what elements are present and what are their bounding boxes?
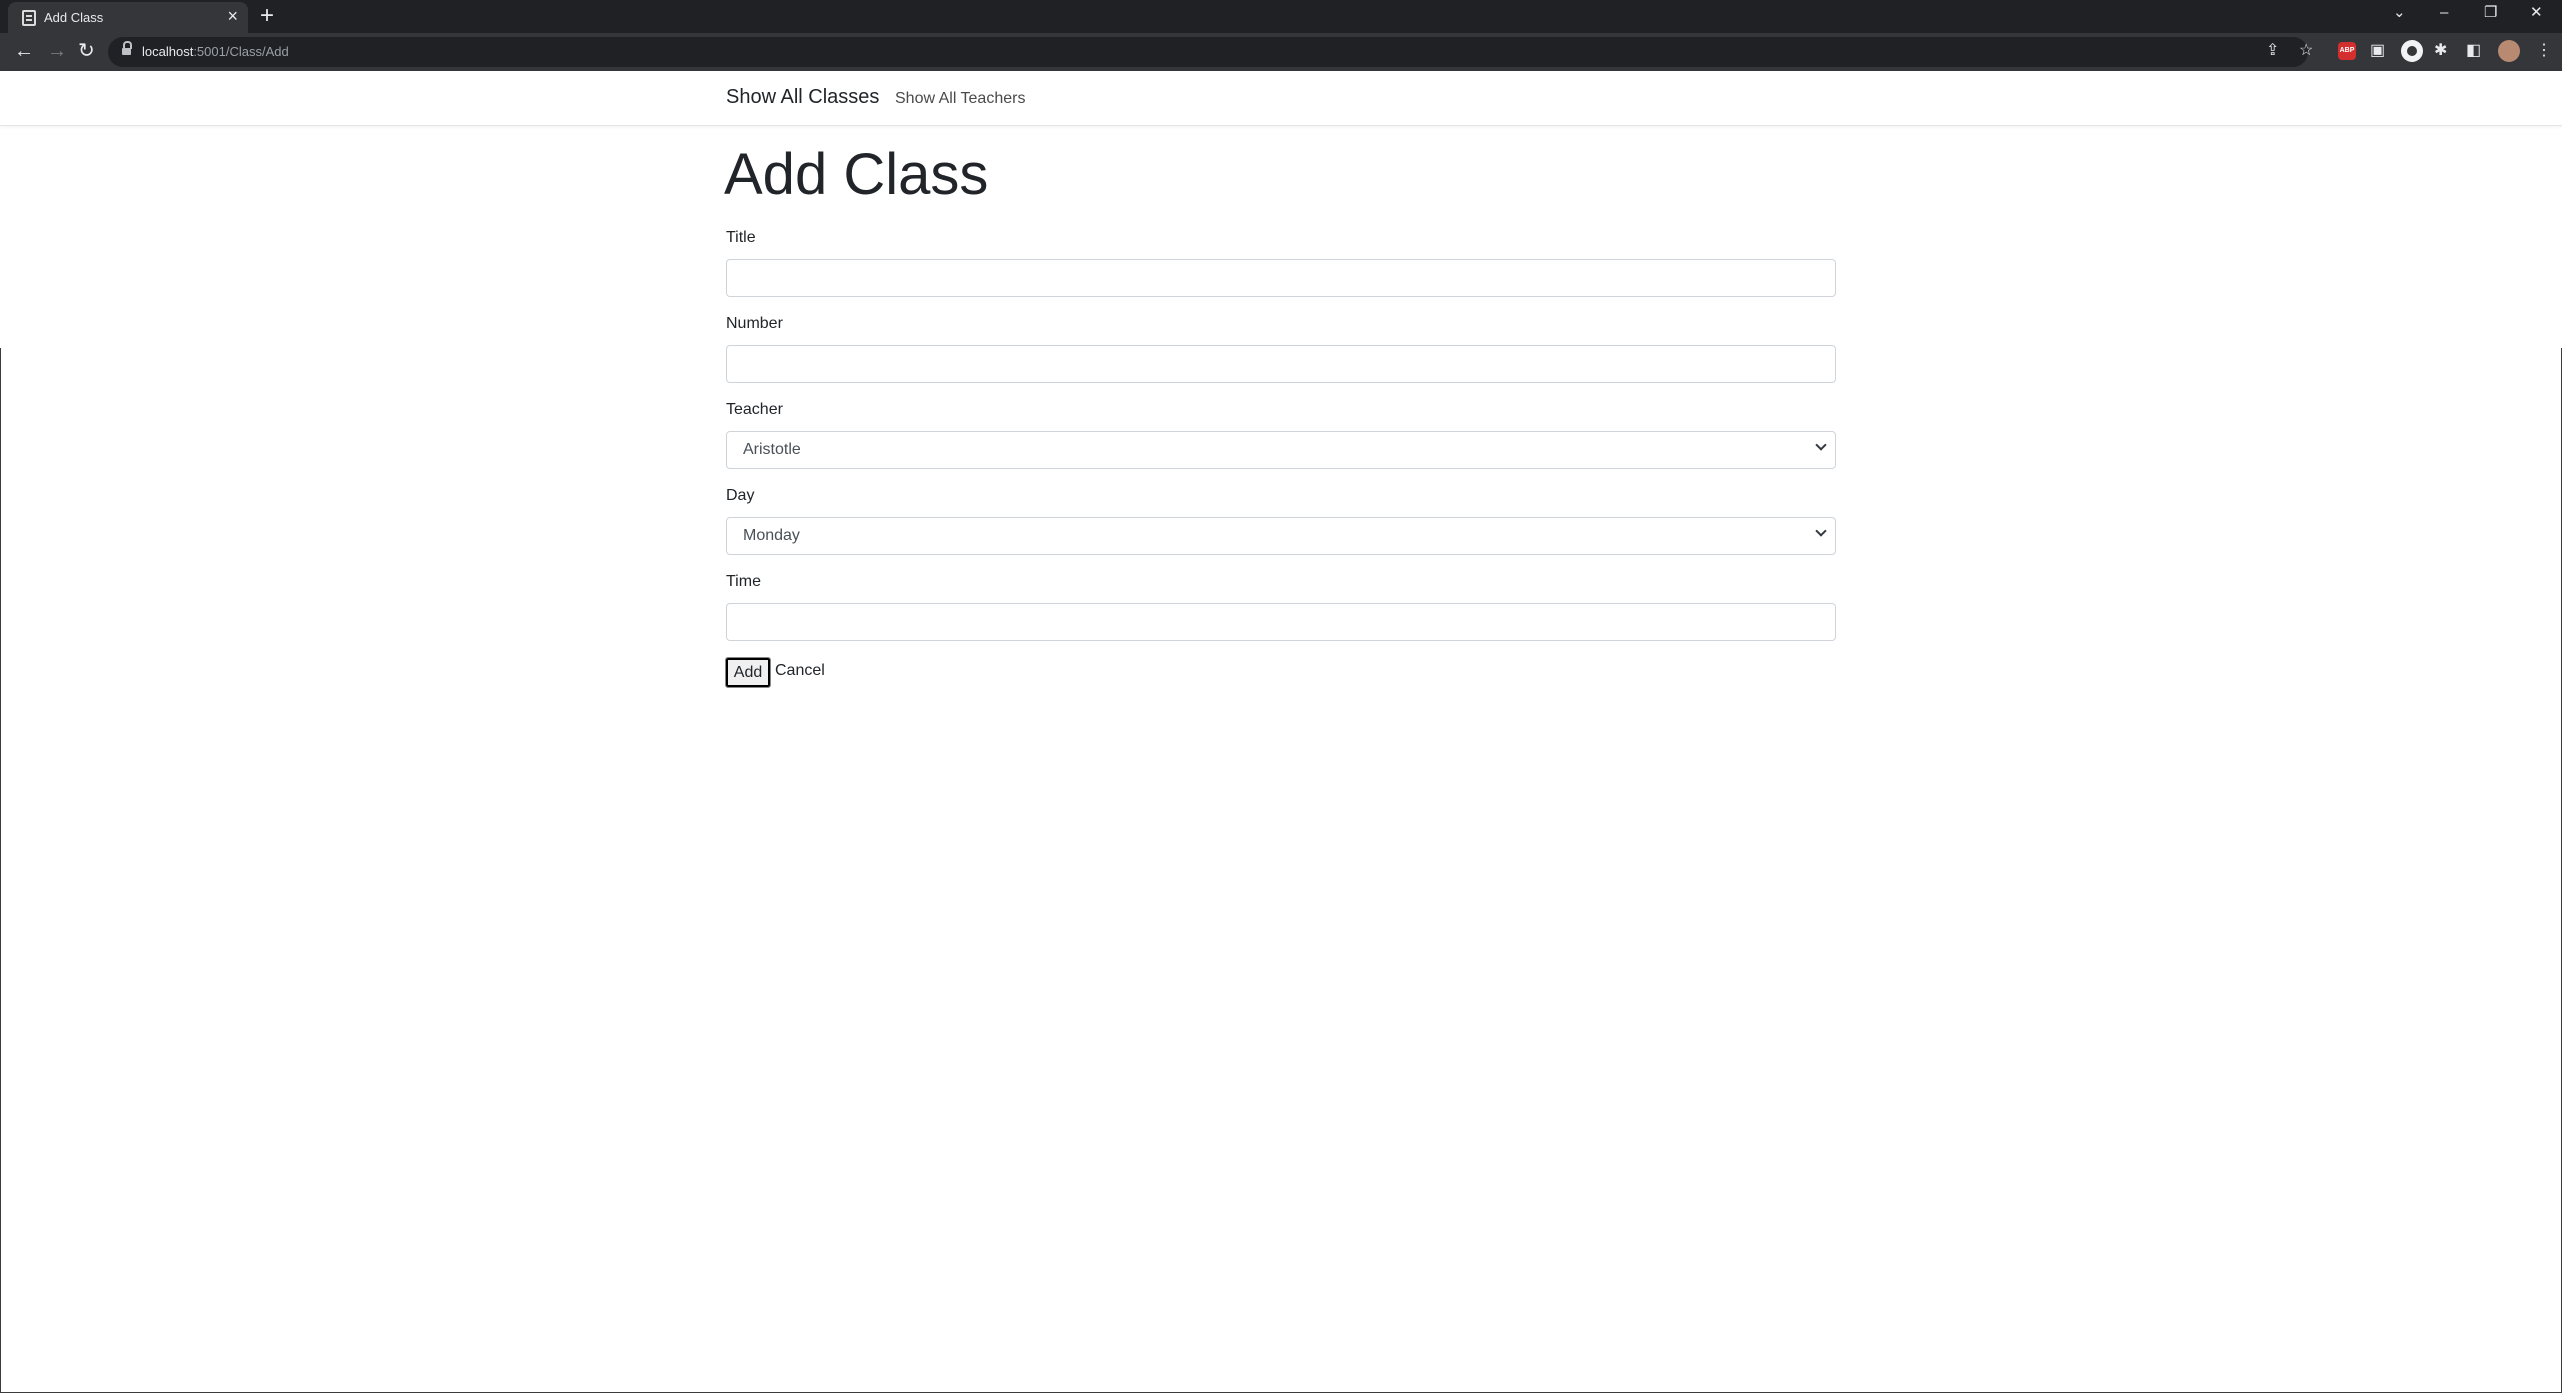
puzzle-icon[interactable]: ✱ (2434, 40, 2447, 62)
profile-avatar[interactable] (2498, 40, 2520, 62)
cancel-link[interactable]: Cancel (775, 662, 825, 680)
chevron-down-icon (1815, 525, 1827, 537)
chevron-down-icon (1815, 439, 1827, 451)
adblock-extension-icon[interactable]: ABP (2338, 42, 2356, 60)
teacher-label: Teacher (726, 401, 783, 418)
restore-icon[interactable]: ❐ (2484, 3, 2497, 23)
url-text[interactable]: localhost:5001/Class/Add (142, 44, 289, 59)
address-bar[interactable]: localhost:5001/Class/Add (108, 37, 2308, 67)
tab-search-icon[interactable]: ⌄ (2393, 3, 2406, 23)
tab-title: Add Class (44, 10, 104, 25)
page-frame-border (0, 348, 2562, 1393)
new-tab-button[interactable]: + (260, 3, 274, 29)
image-extension-icon[interactable]: ▣ (2370, 40, 2385, 62)
side-panel-icon[interactable]: ◧ (2466, 40, 2481, 62)
page-icon (22, 10, 36, 26)
page-title: Add Class (724, 142, 989, 207)
back-arrow-icon[interactable]: ← (14, 40, 34, 62)
day-selected-value: Monday (743, 527, 800, 544)
time-input[interactable] (726, 603, 1836, 641)
site-navbar: Show All Classes Show All Teachers (0, 71, 2562, 126)
browser-tab-strip: Add Class × + ⌄ – ❐ ✕ (0, 0, 2562, 33)
day-label: Day (726, 487, 755, 504)
teacher-selected-value: Aristotle (743, 441, 801, 458)
add-button[interactable]: Add (725, 657, 771, 688)
number-input[interactable] (726, 345, 1836, 383)
browser-tab[interactable]: Add Class × (8, 2, 248, 33)
kebab-menu-icon[interactable]: ⋮ (2536, 40, 2552, 62)
circle-extension-icon[interactable] (2401, 40, 2423, 62)
time-label: Time (726, 573, 761, 590)
nav-show-all-teachers[interactable]: Show All Teachers (895, 90, 1025, 108)
close-tab-icon[interactable]: × (227, 6, 238, 26)
number-label: Number (726, 315, 783, 332)
close-window-icon[interactable]: ✕ (2530, 3, 2543, 23)
day-select[interactable]: Monday (726, 517, 1836, 555)
reload-icon[interactable]: ↻ (78, 40, 95, 62)
nav-show-all-classes[interactable]: Show All Classes (726, 86, 879, 109)
title-label: Title (726, 229, 756, 246)
forward-arrow-icon[interactable]: → (47, 40, 67, 62)
star-icon[interactable]: ☆ (2299, 40, 2313, 62)
browser-toolbar: ← → ↻ localhost:5001/Class/Add ⇪ ☆ ABP ▣… (0, 33, 2562, 71)
title-input[interactable] (726, 259, 1836, 297)
teacher-select[interactable]: Aristotle (726, 431, 1836, 469)
minimize-icon[interactable]: – (2440, 3, 2448, 23)
share-icon[interactable]: ⇪ (2266, 40, 2279, 62)
lock-icon[interactable] (122, 41, 132, 56)
